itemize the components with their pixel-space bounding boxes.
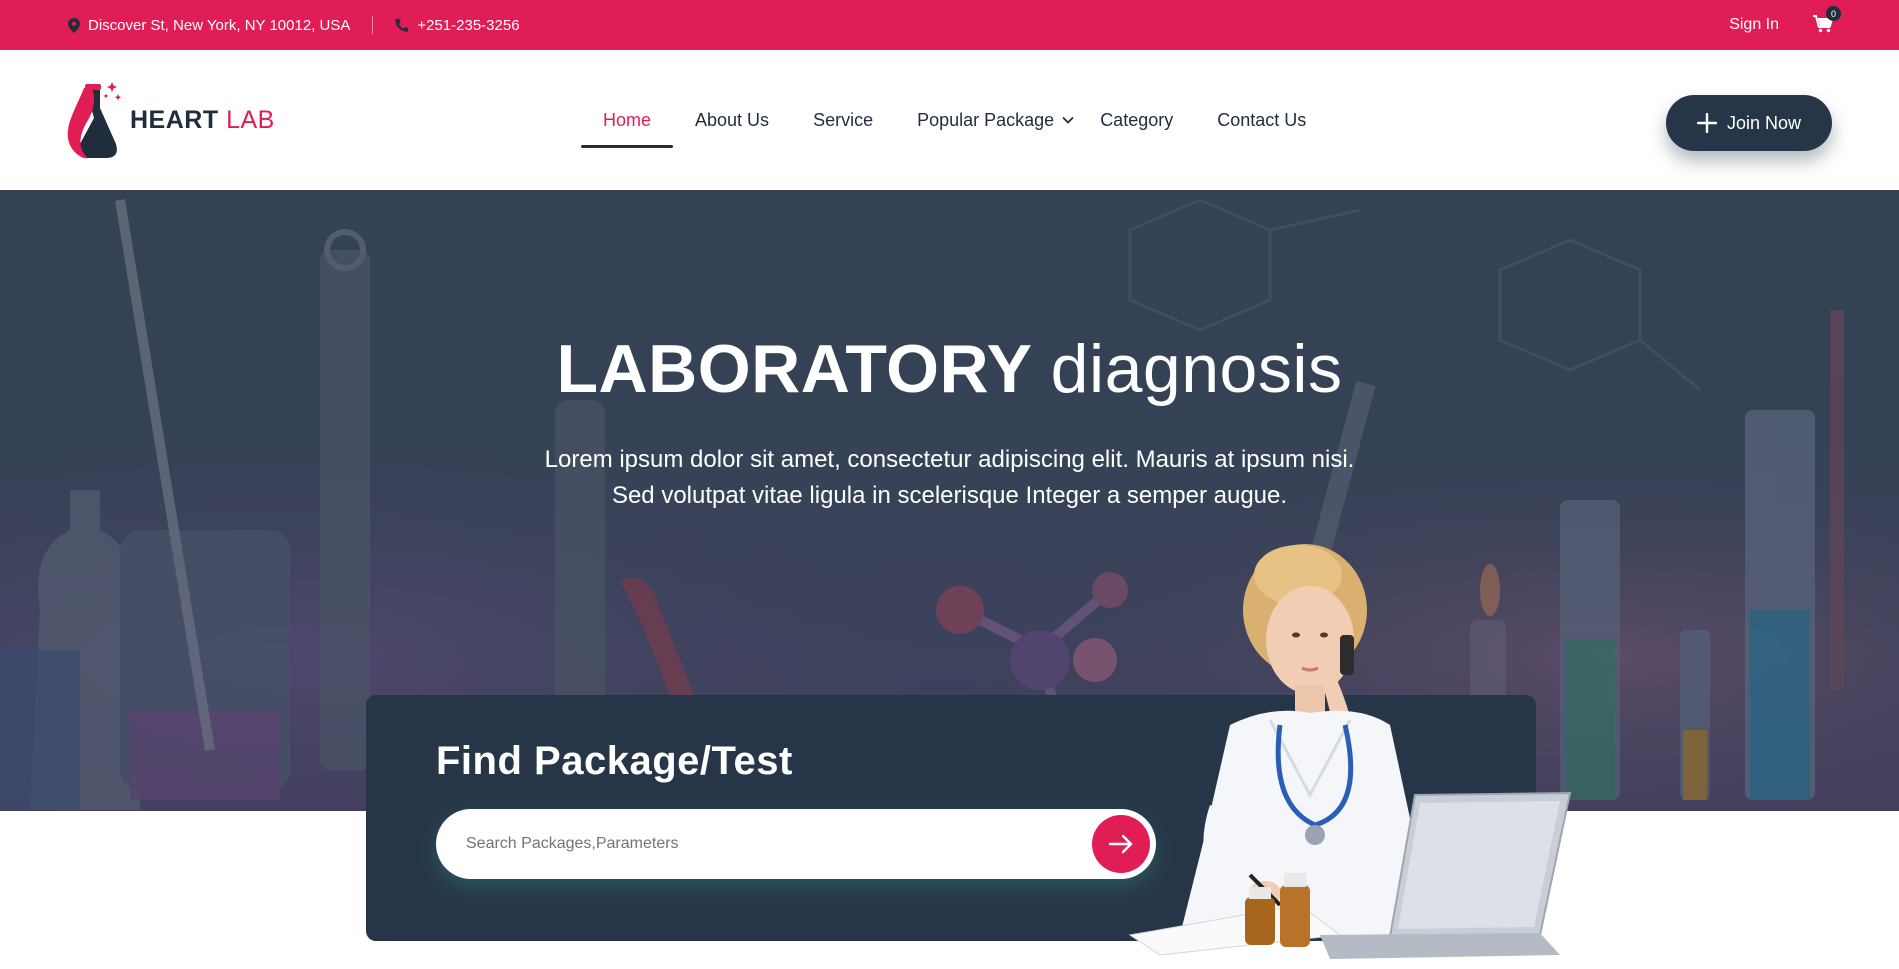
package-search-bar [436, 809, 1156, 879]
phone-info[interactable]: +251-235-3256 [395, 16, 520, 34]
find-package-title: Find Package/Test [436, 739, 793, 783]
nav-item-category[interactable]: Category [1078, 92, 1195, 148]
topbar-divider [372, 16, 374, 34]
nav-item-popular-package[interactable]: Popular Package [895, 92, 1096, 148]
nav-item-home[interactable]: Home [581, 92, 674, 148]
sign-in-link[interactable]: Sign In [1729, 16, 1779, 34]
hero-title: LABORATORY diagnosis [556, 331, 1343, 407]
plus-icon [1696, 113, 1717, 133]
phone-icon [395, 18, 409, 32]
hero-subtitle: Lorem ipsum dolor sit amet, consectetur … [544, 446, 1355, 509]
address-text: Discover St, New York, NY 10012, USA [88, 16, 351, 34]
main-nav: Home About Us Service Popular Package Ca… [581, 50, 1328, 190]
flask-logo-icon [67, 82, 122, 159]
package-search-input[interactable] [436, 809, 1076, 879]
map-pin-icon [68, 17, 80, 33]
doctor-with-laptop-image [1128, 544, 1572, 959]
chevron-down-icon [1062, 116, 1074, 124]
top-bar: Discover St, New York, NY 10012, USA +25… [0, 0, 1899, 50]
nav-item-contact-us[interactable]: Contact Us [1195, 92, 1328, 148]
phone-text: +251-235-3256 [417, 16, 520, 34]
address-info: Discover St, New York, NY 10012, USA [68, 17, 350, 34]
logo-text: HEART LAB [130, 105, 275, 134]
nav-item-about-us[interactable]: About Us [673, 92, 791, 148]
cart-button[interactable]: 0 [1813, 6, 1841, 35]
site-logo[interactable]: HEART LAB [66, 78, 275, 162]
join-now-button[interactable]: Join Now [1666, 95, 1832, 151]
cart-count-badge: 0 [1826, 6, 1841, 21]
nav-item-service[interactable]: Service [791, 92, 895, 148]
main-header: HEART LAB Home About Us Service Popular … [0, 50, 1899, 190]
